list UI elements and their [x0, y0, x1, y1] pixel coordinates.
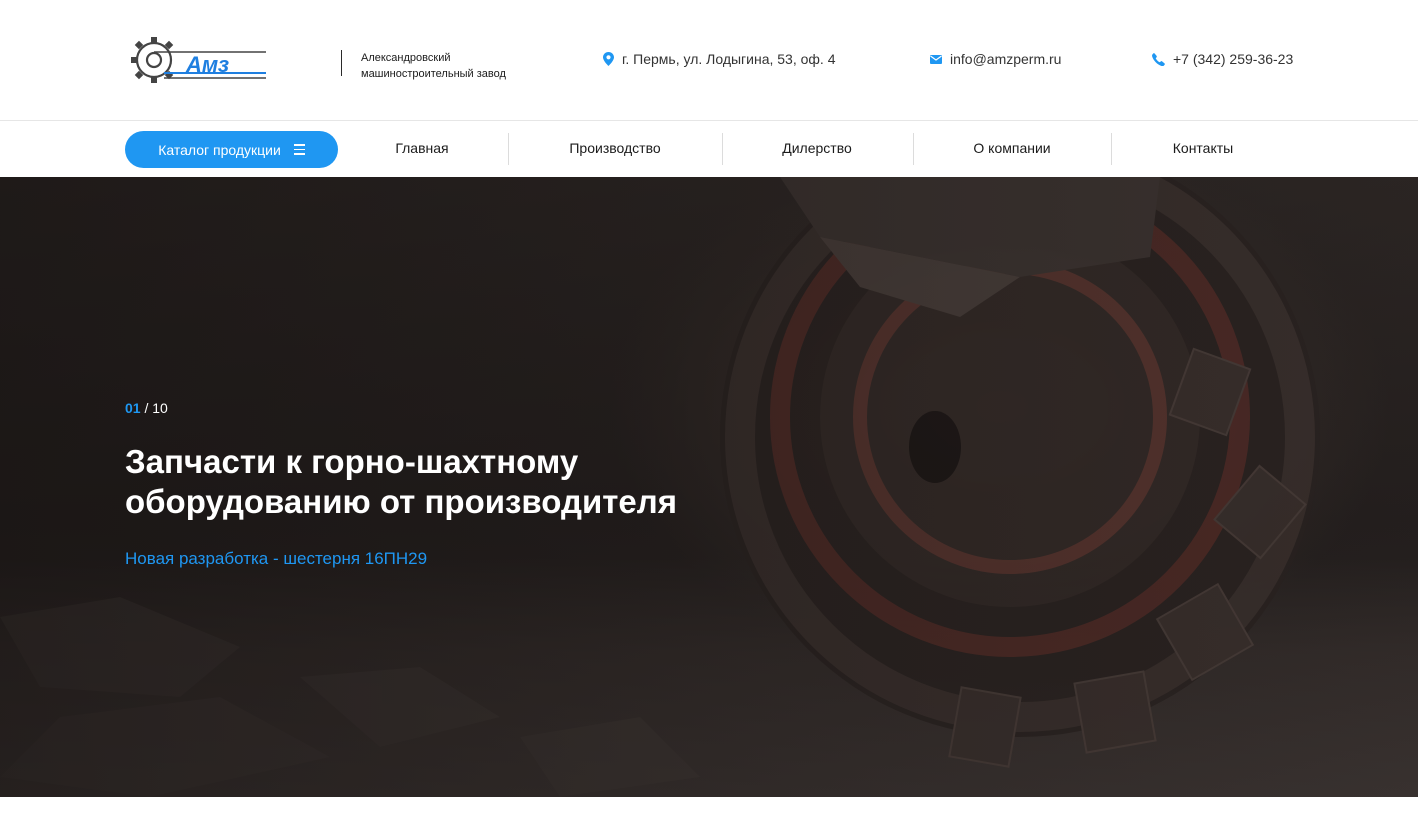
- phone-link[interactable]: +7 (342) 259-36-23: [1173, 51, 1293, 67]
- nav-item-home[interactable]: Главная: [382, 121, 462, 178]
- nav-item-about[interactable]: О компании: [957, 121, 1067, 178]
- nav-divider: [1111, 133, 1112, 165]
- catalog-button[interactable]: Каталог продукции: [125, 131, 338, 168]
- phone-icon: [1152, 52, 1165, 66]
- nav-item-dealership[interactable]: Дилерство: [767, 121, 867, 178]
- hero-title: Запчасти к горно-шахтному оборудованию о…: [125, 443, 677, 520]
- company-name-line2: машиностроительный завод: [361, 68, 506, 80]
- slide-current: 01: [125, 400, 141, 416]
- address-text: г. Пермь, ул. Лодыгина, 53, оф. 4: [622, 51, 836, 67]
- email-contact[interactable]: info@amzperm.ru: [930, 50, 1061, 68]
- email-link[interactable]: info@amzperm.ru: [950, 51, 1061, 67]
- logo-text: Амз: [185, 52, 229, 77]
- main-nav: Каталог продукции Главная Производство Д…: [0, 120, 1418, 177]
- nav-item-contacts[interactable]: Контакты: [1158, 121, 1248, 178]
- hero-slider: 01 / 10 Запчасти к горно-шахтному оборуд…: [0, 177, 1418, 797]
- logo-divider: [341, 50, 342, 76]
- envelope-icon: [930, 54, 942, 64]
- address-contact: г. Пермь, ул. Лодыгина, 53, оф. 4: [603, 50, 836, 68]
- slide-total: / 10: [144, 400, 168, 416]
- nav-divider: [508, 133, 509, 165]
- nav-item-production[interactable]: Производство: [555, 121, 675, 178]
- company-name: Александровский машиностроительный завод: [361, 50, 531, 82]
- nav-divider: [722, 133, 723, 165]
- company-logo[interactable]: Амз: [124, 28, 270, 92]
- nav-divider: [913, 133, 914, 165]
- company-name-line1: Александровский: [361, 52, 451, 64]
- hero-product-link[interactable]: Новая разработка - шестерня 16ПН29: [125, 549, 427, 569]
- site-header: Амз Александровский машиностроительный з…: [0, 0, 1418, 120]
- location-pin-icon: [603, 52, 614, 66]
- catalog-button-label: Каталог продукции: [158, 141, 281, 158]
- phone-contact[interactable]: +7 (342) 259-36-23: [1152, 50, 1293, 68]
- slide-counter: 01 / 10: [125, 400, 168, 416]
- menu-icon: [293, 144, 305, 155]
